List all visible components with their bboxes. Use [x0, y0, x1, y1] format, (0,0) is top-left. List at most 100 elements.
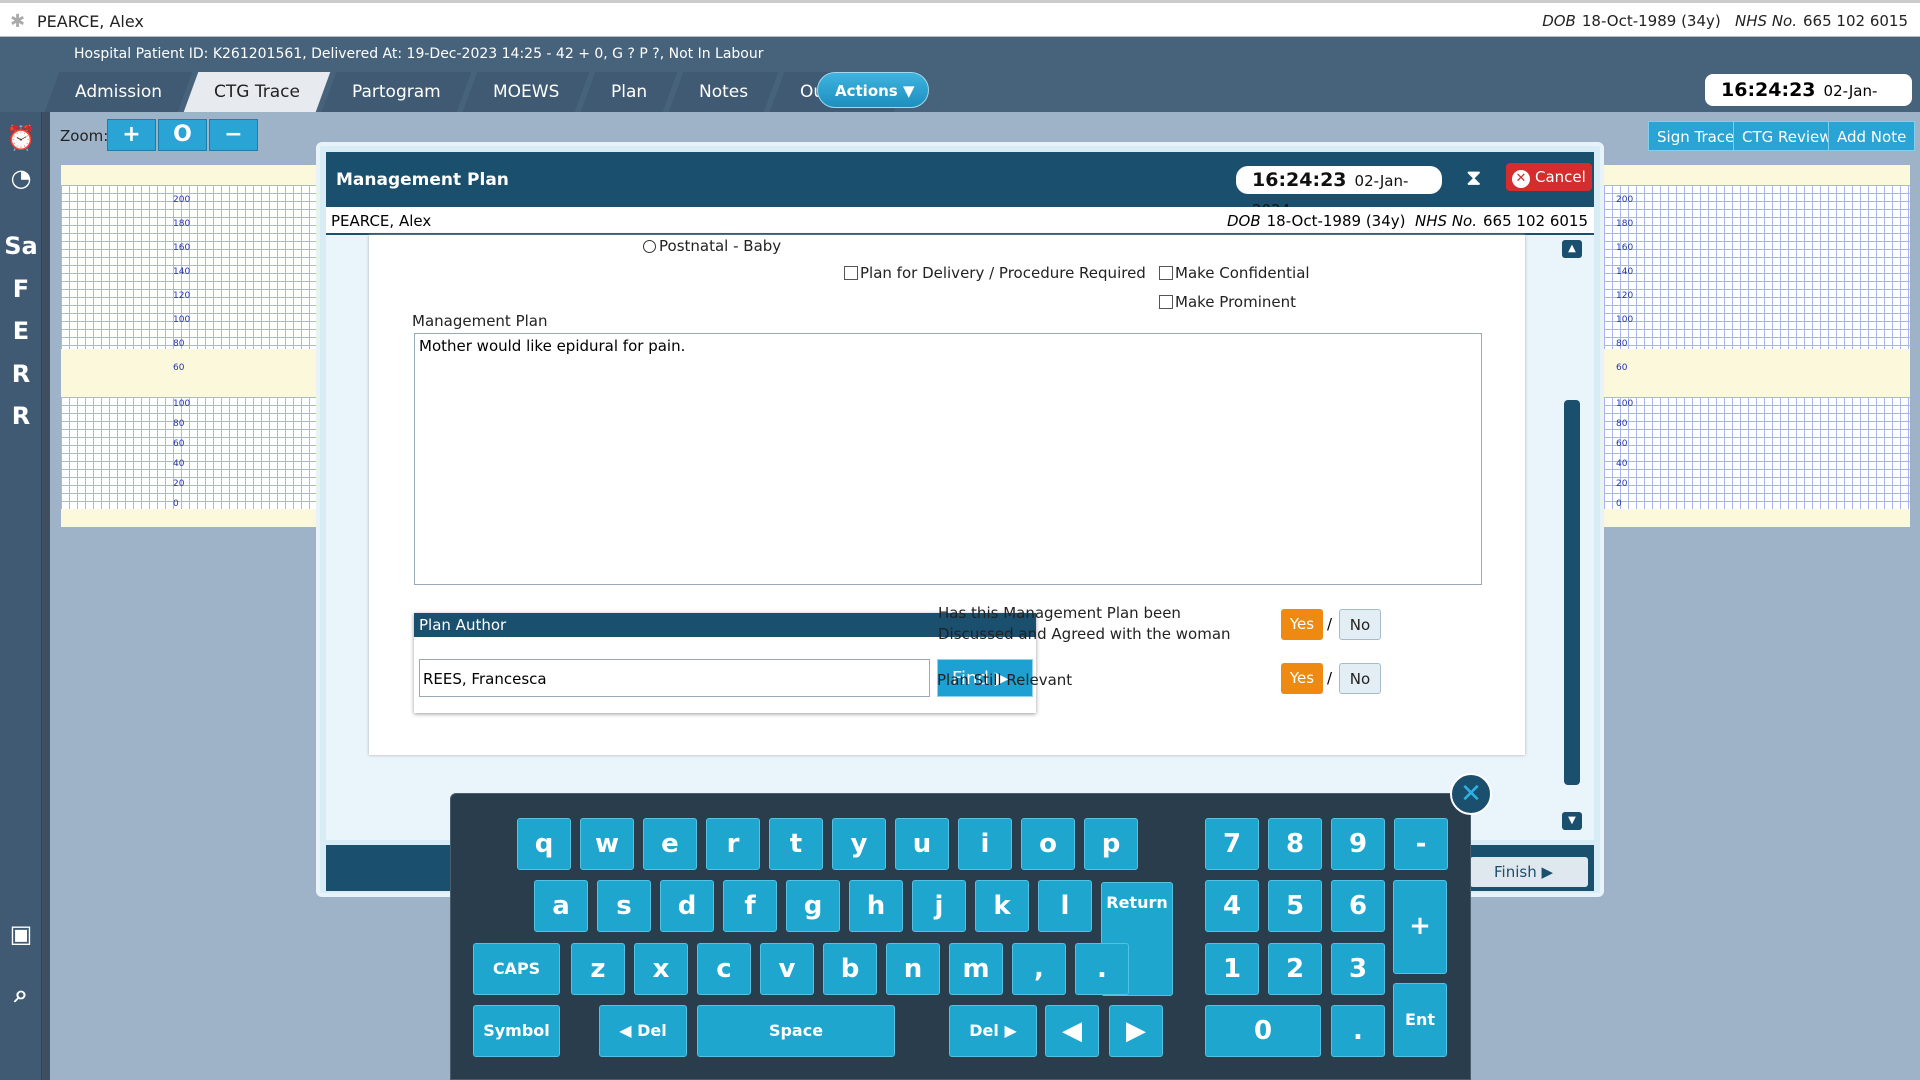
- key-q[interactable]: q: [517, 818, 571, 870]
- sidebar-r1[interactable]: R: [0, 360, 42, 388]
- key-y[interactable]: y: [832, 818, 886, 870]
- sidebar-f[interactable]: F: [0, 275, 42, 303]
- key-num-minus[interactable]: -: [1394, 818, 1448, 870]
- key-p[interactable]: p: [1084, 818, 1138, 870]
- scroll-up-icon[interactable]: ▲: [1562, 240, 1582, 258]
- key-f[interactable]: f: [723, 880, 777, 932]
- key-num-4[interactable]: 4: [1205, 880, 1259, 932]
- tab-notes[interactable]: Notes: [668, 72, 779, 112]
- key-row3-8[interactable]: .: [1075, 943, 1129, 995]
- key-w[interactable]: w: [580, 818, 634, 870]
- key-row3-7[interactable]: ,: [1012, 943, 1066, 995]
- close-keyboard-icon[interactable]: ✕: [1450, 773, 1492, 815]
- plan-author-input[interactable]: REES, Francesca: [419, 659, 930, 697]
- key-plus[interactable]: +: [1393, 880, 1447, 974]
- management-plan-textarea[interactable]: Mother would like epidural for pain.: [414, 333, 1482, 585]
- relevant-no-button[interactable]: No: [1339, 663, 1381, 694]
- key-symbol[interactable]: Symbol: [473, 1005, 560, 1057]
- key-s[interactable]: s: [597, 880, 651, 932]
- fhr-grid: [1604, 185, 1910, 349]
- tab-plan[interactable]: Plan: [580, 72, 678, 112]
- key-r[interactable]: r: [706, 818, 760, 870]
- actions-button[interactable]: Actions ▼: [817, 72, 929, 108]
- key-row3-4[interactable]: b: [823, 943, 877, 995]
- sidebar-e[interactable]: E: [0, 317, 42, 345]
- zoom-out-button[interactable]: −: [209, 119, 258, 151]
- key-num-1[interactable]: 1: [1205, 943, 1259, 995]
- fhr-tick-label: 80: [173, 339, 185, 349]
- key-l[interactable]: l: [1038, 880, 1092, 932]
- key-0[interactable]: 0: [1205, 1005, 1321, 1057]
- key-o[interactable]: o: [1021, 818, 1075, 870]
- key-row3-6[interactable]: m: [949, 943, 1003, 995]
- alarm-clock-icon[interactable]: ⏰: [0, 124, 42, 152]
- key-space[interactable]: Space: [697, 1005, 895, 1057]
- toco-tick-label: 40: [1616, 459, 1628, 469]
- slash-separator: /: [1327, 615, 1333, 633]
- key-g[interactable]: g: [786, 880, 840, 932]
- key-num-5[interactable]: 5: [1268, 880, 1322, 932]
- monitor-icon[interactable]: ▣: [0, 920, 42, 948]
- key-num-9[interactable]: 9: [1331, 818, 1385, 870]
- zoom-in-button[interactable]: +: [107, 119, 156, 151]
- sign-trace-button[interactable]: Sign Trace: [1648, 121, 1744, 151]
- key-row3-3[interactable]: v: [760, 943, 814, 995]
- finish-button[interactable]: Finish ▶: [1470, 857, 1588, 887]
- tab-admission[interactable]: Admission: [44, 72, 193, 112]
- key-h[interactable]: h: [849, 880, 903, 932]
- discussed-no-button[interactable]: No: [1339, 609, 1381, 640]
- tab-partogram[interactable]: Partogram: [321, 72, 471, 112]
- relevant-yes-button[interactable]: Yes: [1281, 663, 1323, 694]
- key-j[interactable]: j: [912, 880, 966, 932]
- key-i[interactable]: i: [958, 818, 1012, 870]
- tab-moews[interactable]: MOEWS: [462, 72, 590, 112]
- key-row3-1[interactable]: x: [634, 943, 688, 995]
- key-row3-5[interactable]: n: [886, 943, 940, 995]
- key-d[interactable]: d: [660, 880, 714, 932]
- cancel-button[interactable]: ✕ Cancel: [1506, 163, 1592, 191]
- dialog-clock[interactable]: 16:24:2302-Jan-2024: [1236, 166, 1442, 219]
- key-a[interactable]: a: [534, 880, 588, 932]
- key-num-2[interactable]: 2: [1268, 943, 1322, 995]
- filter-icon[interactable]: ⧗: [1466, 166, 1481, 191]
- key-cursor-right[interactable]: ▶: [1109, 1005, 1163, 1057]
- key-t[interactable]: t: [769, 818, 823, 870]
- key-num-6[interactable]: 6: [1331, 880, 1385, 932]
- tab-ctg-trace[interactable]: CTG Trace: [183, 72, 331, 112]
- key-del-left[interactable]: ◀ Del: [599, 1005, 687, 1057]
- key-u[interactable]: u: [895, 818, 949, 870]
- star-icon[interactable]: ✱: [10, 11, 25, 32]
- checkbox-make-prominent[interactable]: Make Prominent: [1159, 293, 1296, 311]
- key-row3-2[interactable]: c: [697, 943, 751, 995]
- zoom-reset-button[interactable]: O: [158, 119, 207, 151]
- discussed-yes-button[interactable]: Yes: [1281, 609, 1323, 640]
- ctg-review-button[interactable]: CTG Review: [1733, 121, 1841, 151]
- key-dot[interactable]: .: [1331, 1005, 1385, 1057]
- add-note-button[interactable]: Add Note: [1828, 121, 1916, 151]
- key-e[interactable]: e: [643, 818, 697, 870]
- radio-postnatal-baby[interactable]: Postnatal - Baby: [643, 237, 781, 255]
- play-arrow-icon: ▶: [1541, 863, 1554, 881]
- key-caps[interactable]: CAPS: [473, 943, 560, 995]
- speedometer-icon[interactable]: ◔: [0, 164, 42, 192]
- key-row3-0[interactable]: z: [571, 943, 625, 995]
- key-num-7[interactable]: 7: [1205, 818, 1259, 870]
- scroll-thumb[interactable]: [1564, 400, 1580, 785]
- search-icon[interactable]: ⌕: [0, 980, 42, 1008]
- scroll-down-icon[interactable]: ▼: [1562, 812, 1582, 830]
- dialog-scrollbar[interactable]: ▲ ▼: [1562, 240, 1582, 830]
- fhr-tick-label: 100: [1616, 315, 1634, 325]
- sidebar-sa[interactable]: Sa: [0, 232, 42, 260]
- key-enter[interactable]: Ent: [1393, 983, 1447, 1057]
- patient-ids: DOB 18-Oct-1989 (34y) NHS No. 665 102 6015: [1542, 12, 1908, 30]
- key-del-right[interactable]: Del ▶: [949, 1005, 1037, 1057]
- toco-grid: [61, 397, 317, 509]
- checkbox-make-confidential[interactable]: Make Confidential: [1159, 264, 1310, 282]
- toco-tick-label: 40: [173, 459, 185, 469]
- checkbox-plan-delivery[interactable]: Plan for Delivery / Procedure Required: [844, 264, 1146, 282]
- key-k[interactable]: k: [975, 880, 1029, 932]
- key-num-8[interactable]: 8: [1268, 818, 1322, 870]
- sidebar-r2[interactable]: R: [0, 402, 42, 430]
- key-cursor-left[interactable]: ◀: [1045, 1005, 1099, 1057]
- key-num-3[interactable]: 3: [1331, 943, 1385, 995]
